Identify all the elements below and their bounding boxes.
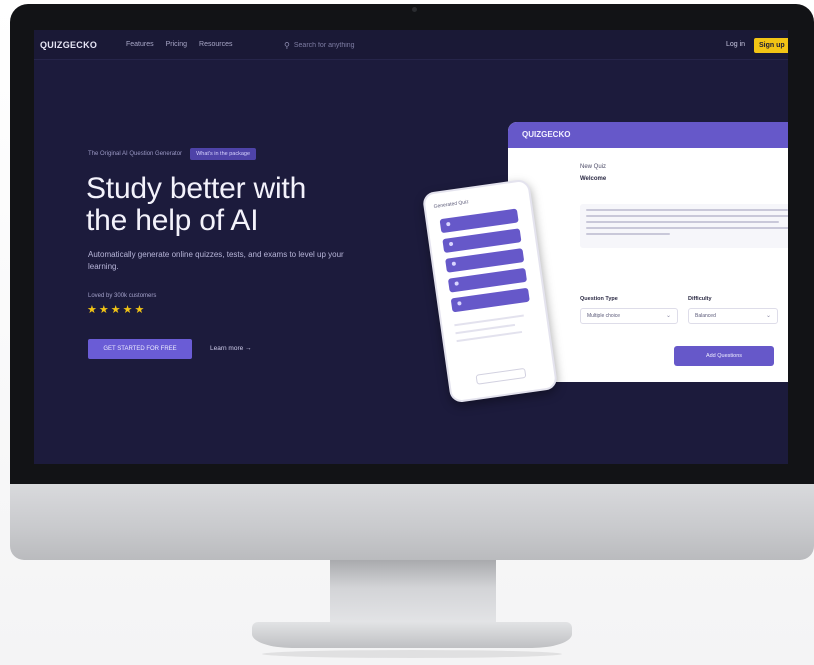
question-type-select[interactable]: Multiple choice ⌄ — [580, 308, 678, 324]
monitor-chin — [10, 484, 814, 560]
search-input[interactable] — [293, 41, 464, 49]
chevron-down-icon: ⌄ — [765, 313, 771, 319]
monitor-screen: QUIZGECKO Features Pricing Resources ⚲ L… — [34, 30, 788, 464]
nav-link-pricing[interactable]: Pricing — [166, 41, 187, 48]
card-subtitle: Welcome — [580, 176, 607, 182]
monitor-stand-foot — [252, 622, 572, 648]
hero-headline: Study better with the help of AI — [86, 173, 386, 237]
card-brand: QUIZGECKO — [508, 122, 788, 148]
stand-shadow — [262, 650, 562, 658]
difficulty-value: Balanced — [695, 313, 716, 319]
social-proof: Loved by 300k customers — [88, 293, 157, 299]
brand-logo[interactable]: QUIZGECKO — [40, 40, 97, 50]
difficulty-label: Difficulty — [688, 296, 712, 302]
text-input-preview — [580, 204, 788, 248]
phone-button — [475, 367, 527, 385]
add-questions-button[interactable]: Add Questions — [674, 346, 774, 366]
hero-subtitle: Automatically generate online quizzes, t… — [88, 250, 344, 271]
hero-badge: The Original AI Question Generator What'… — [88, 148, 257, 160]
difficulty-select[interactable]: Balanced ⌄ — [688, 308, 778, 324]
card-title: New Quiz — [580, 164, 607, 170]
badge-pill-link[interactable]: What's in the package — [190, 148, 257, 160]
nav-links: Features Pricing Resources — [126, 41, 233, 48]
signup-button[interactable]: Sign up — [754, 38, 788, 53]
question-type-label: Question Type — [580, 296, 618, 302]
headline-line-1: Study better with — [86, 172, 307, 205]
get-started-button[interactable]: GET STARTED FOR FREE — [88, 339, 192, 359]
search-icon: ⚲ — [284, 40, 290, 50]
top-nav: QUIZGECKO Features Pricing Resources ⚲ L… — [34, 30, 788, 60]
product-photo: QUIZGECKO Features Pricing Resources ⚲ L… — [0, 0, 814, 665]
nav-link-resources[interactable]: Resources — [199, 41, 232, 48]
learn-more-link[interactable]: Learn more → — [210, 345, 252, 352]
camera-dot — [412, 7, 417, 12]
badge-text: The Original AI Question Generator — [88, 151, 183, 157]
nav-link-features[interactable]: Features — [126, 41, 154, 48]
monitor-stand-neck — [330, 560, 496, 630]
headline-line-2: the help of AI — [86, 204, 259, 237]
login-link[interactable]: Log in — [726, 41, 745, 48]
rating-stars: ★★★★★ — [87, 304, 147, 316]
search-bar[interactable]: ⚲ — [278, 38, 478, 52]
phone-header: Generated Quiz — [433, 199, 470, 210]
phone-question-item — [450, 287, 530, 313]
chevron-down-icon: ⌄ — [665, 313, 671, 319]
question-type-value: Multiple choice — [587, 313, 621, 319]
